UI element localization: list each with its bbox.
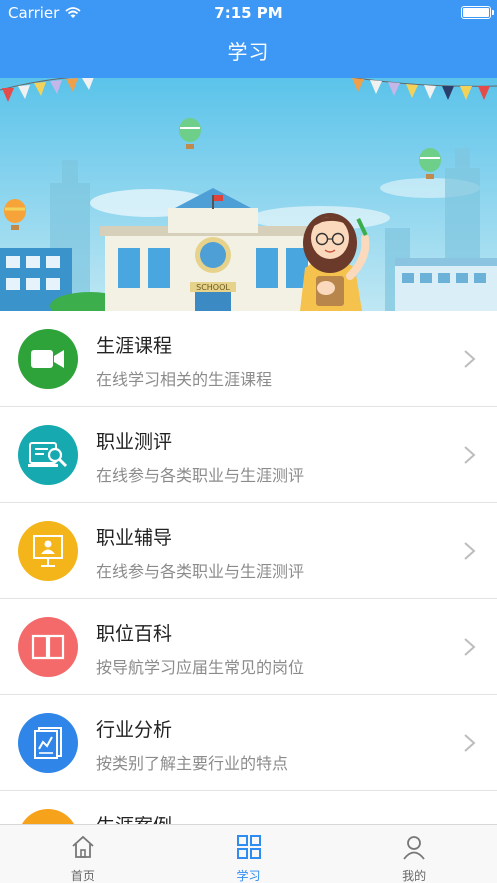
user-icon — [403, 836, 425, 860]
tab-study[interactable]: 学习 — [166, 825, 332, 883]
item-title: 职业测评 — [96, 431, 173, 453]
tab-mine[interactable]: 我的 — [331, 825, 497, 883]
home-icon — [72, 835, 94, 858]
video-camera-icon — [18, 329, 78, 389]
tab-label: 首页 — [70, 869, 95, 883]
app-screen: Carrier 7:15 PM 学习 SCHOOL 生涯课程 在线学习相关的生涯… — [0, 0, 497, 883]
status-bar: Carrier 7:15 PM — [0, 0, 497, 26]
item-title: 职业辅导 — [96, 527, 173, 549]
list-item-career-course[interactable]: 生涯课程 在线学习相关的生涯课程 — [0, 311, 497, 407]
chevron-right-icon — [464, 638, 476, 656]
tab-bar: 首页 学习 我的 — [0, 824, 497, 883]
magnifier-document-icon — [18, 425, 78, 485]
item-subtitle: 按类别了解主要行业的特点 — [96, 754, 289, 773]
school-sign: SCHOOL — [196, 283, 230, 292]
chevron-right-icon — [464, 542, 476, 560]
presentation-board-icon — [18, 521, 78, 581]
list-item-industry-analysis[interactable]: 行业分析 按类别了解主要行业的特点 — [0, 695, 497, 791]
clock: 7:15 PM — [214, 4, 283, 22]
navigation-header: Carrier 7:15 PM 学习 — [0, 0, 497, 78]
school-banner-art: SCHOOL — [0, 78, 497, 311]
learning-menu-list: 生涯课程 在线学习相关的生涯课程 职业测评 在线参与各类职业与生涯测评 职业辅导… — [0, 311, 497, 883]
item-title: 生涯课程 — [96, 335, 173, 357]
report-chart-icon — [18, 713, 78, 773]
list-item-career-coaching[interactable]: 职业辅导 在线参与各类职业与生涯测评 — [0, 503, 497, 599]
tab-home[interactable]: 首页 — [0, 825, 166, 883]
item-subtitle: 按导航学习应届生常见的岗位 — [96, 658, 305, 677]
item-subtitle: 在线参与各类职业与生涯测评 — [96, 562, 305, 581]
grid-icon — [236, 835, 261, 859]
chevron-right-icon — [464, 350, 476, 368]
chevron-right-icon — [464, 446, 476, 464]
list-item-position-encyclopedia[interactable]: 职位百科 按导航学习应届生常见的岗位 — [0, 599, 497, 695]
tab-label: 学习 — [236, 869, 261, 883]
battery-icon — [461, 6, 494, 19]
tab-label: 我的 — [402, 869, 427, 883]
banner-illustration: SCHOOL — [0, 78, 497, 311]
item-title: 行业分析 — [96, 719, 173, 741]
open-book-icon — [18, 617, 78, 677]
page-title: 学习 — [227, 40, 270, 64]
chevron-right-icon — [464, 734, 476, 752]
list-item-career-assessment[interactable]: 职业测评 在线参与各类职业与生涯测评 — [0, 407, 497, 503]
item-title: 职位百科 — [96, 623, 173, 645]
item-subtitle: 在线参与各类职业与生涯测评 — [96, 466, 305, 485]
item-subtitle: 在线学习相关的生涯课程 — [96, 370, 273, 389]
